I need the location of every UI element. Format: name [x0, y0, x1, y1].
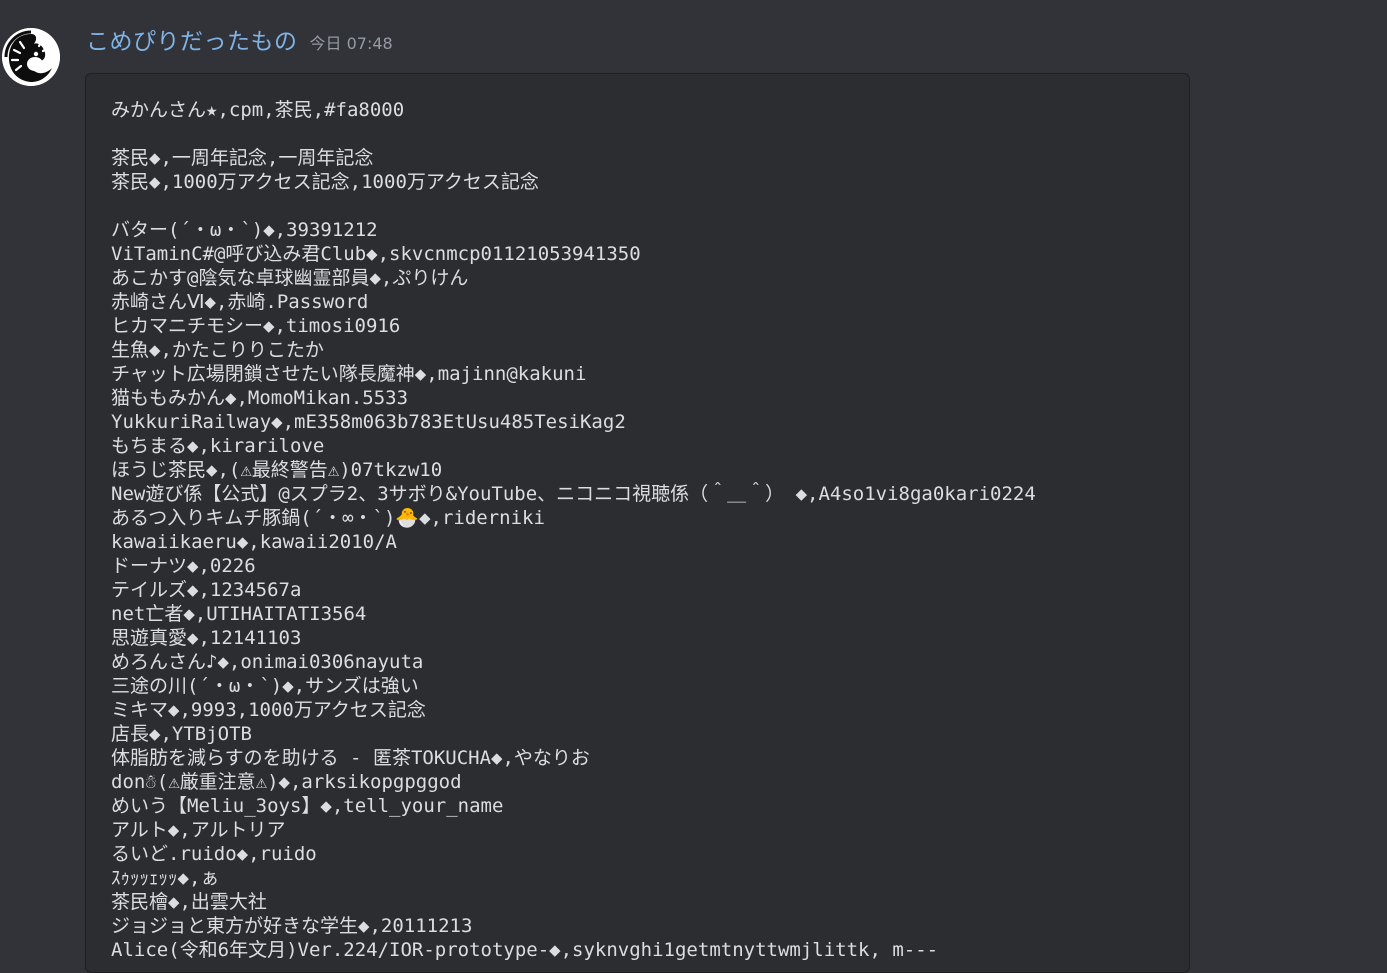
chat-message: こめぴりだったもの 今日 07:48 みかんさん★,cpm,茶民,#fa8000… [0, 0, 1387, 973]
code-line: YukkuriRailway◆,mE358m063b783EtUsu485Tes… [111, 411, 626, 433]
code-line: Alice(令和6年文月)Ver.224/IOR-prototype-◆,syk… [111, 939, 939, 961]
code-line: ミキマ◆,9993,1000万アクセス記念 [111, 699, 426, 721]
code-line: 猫ももみかん◆,MomoMikan.5533 [111, 387, 409, 409]
code-block: みかんさん★,cpm,茶民,#fa8000 茶民◆,一周年記念,一周年記念 茶民◆… [85, 73, 1190, 973]
code-line: バター(´・ω・`)◆,39391212 [111, 219, 378, 241]
code-line: めろんさん♪◆,onimai0306nayuta [111, 651, 424, 673]
code-line: チャット広場閉鎖させたい隊長魔神◆,majinn@kakuni [111, 363, 587, 385]
username[interactable]: こめぴりだったもの [86, 22, 298, 56]
code-line: 体脂肪を減らすのを助ける - 匿茶TOKUCHA◆,やなりお [111, 747, 590, 769]
avatar[interactable] [2, 28, 60, 86]
code-line: New遊び係【公式】@スプラ2、3サボり&YouTube、ニコニコ視聴係（＾＿＾… [111, 483, 1036, 505]
code-line: めいう【Meliu_3oys】◆,tell_your_name [111, 795, 504, 817]
code-line: ViTaminC#@呼び込み君Club◆,skvcnmcp01121053941… [111, 243, 641, 265]
code-line: ほうじ茶民◆,(⚠最終警告⚠)07tkzw10 [111, 459, 443, 481]
code-line: 三途の川(´・ω・`)◆,サンズは強い [111, 675, 419, 697]
code-line: みかんさん★,cpm,茶民,#fa8000 [111, 99, 405, 121]
code-line: net亡者◆,UTIHAITATI3564 [111, 603, 367, 625]
code-line: るいど.ruido◆,ruido [111, 843, 317, 865]
code-content: みかんさん★,cpm,茶民,#fa8000 茶民◆,一周年記念,一周年記念 茶民◆… [111, 98, 1036, 962]
code-line: アルト◆,アルトリア [111, 819, 286, 841]
code-line: あるつ入りキムチ豚鍋(´・∞・`)🐣◆,riderniki [111, 507, 545, 529]
code-line: 店長◆,YTBjOTB [111, 723, 252, 745]
code-line: ドーナツ◆,0226 [111, 555, 256, 577]
code-line: テイルズ◆,1234567a [111, 579, 302, 601]
code-line: 茶民檜◆,出雲大社 [111, 891, 267, 913]
code-line: ジョジョと東方が好きな学生◆,20111213 [111, 915, 473, 937]
code-line: 赤崎さんⅥ◆,赤崎.Password [111, 291, 369, 313]
code-line: あこかす@陰気な卓球幽霊部員◆,ぷりけん [111, 267, 469, 289]
code-line: ｽｩｯｯｪｯｯ◆,ぁ [111, 867, 220, 889]
code-line: don☃(⚠厳重注意⚠)◆,arksikopgpggod [111, 771, 462, 793]
code-line: もちまる◆,kirarilove [111, 435, 325, 457]
code-line: ヒカマニチモシー◆,timosi0916 [111, 315, 401, 337]
code-line: 茶民◆,一周年記念,一周年記念 [111, 147, 374, 169]
code-line: 茶民◆,1000万アクセス記念,1000万アクセス記念 [111, 171, 539, 193]
timestamp: 今日 07:48 [309, 34, 393, 53]
message-header: こめぴりだったもの 今日 07:48 [86, 22, 393, 58]
code-line: 思遊真愛◆,12141103 [111, 627, 302, 649]
code-line: kawaiikaeru◆,kawaii2010/A [111, 531, 397, 553]
avatar-icon [2, 28, 60, 86]
code-line: 生魚◆,かたこりりこたか [111, 339, 324, 361]
